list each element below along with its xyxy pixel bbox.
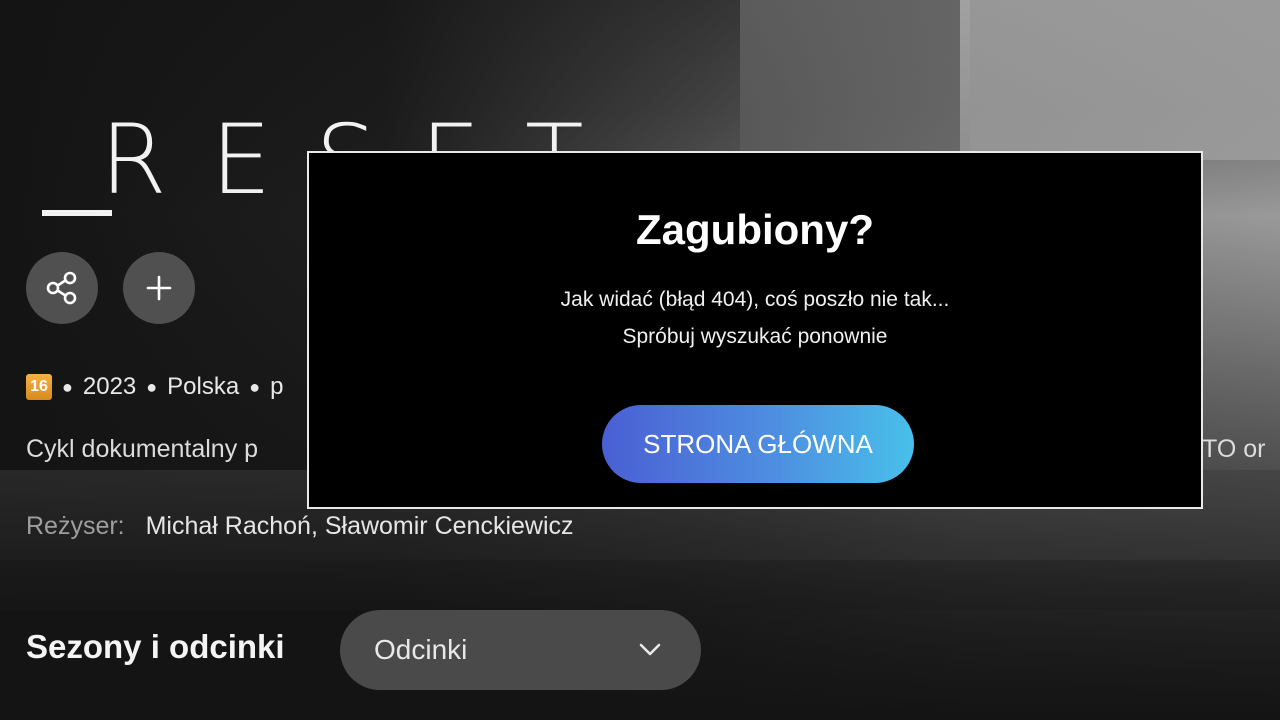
meta-year: 2023 [82, 373, 137, 400]
dialog-title: Zagubiony? [636, 206, 874, 253]
dialog-message: Jak widać (błąd 404), coś poszło nie tak… [560, 288, 950, 311]
add-to-list-button[interactable] [123, 252, 195, 324]
dialog-hint: Spróbuj wyszukać ponownie [622, 325, 888, 348]
share-button[interactable] [26, 252, 98, 324]
error-404-dialog: Zagubiony? Jak widać (błąd 404), coś pos… [307, 151, 1203, 509]
chevron-down-icon [639, 643, 661, 656]
age-rating-badge: 16 [26, 374, 52, 400]
share-icon [46, 271, 77, 305]
episodes-dropdown[interactable]: Odcinki [340, 610, 701, 690]
seasons-title: Sezony i odcinki [26, 628, 285, 665]
separator-dot: ● [146, 376, 158, 397]
director-value: Michał Rachoń, Sławomir Cenckiewicz [145, 512, 574, 540]
description-text: Cykl dokumentalny p [26, 435, 259, 463]
meta-more: p [270, 373, 284, 400]
home-page-button[interactable]: STRONA GŁÓWNA [602, 405, 914, 483]
background-building [740, 0, 970, 170]
plus-icon [146, 275, 172, 301]
separator-dot: ● [249, 376, 261, 397]
director-label: Reżyser: [26, 512, 125, 540]
show-meta: 16 ● 2023 ● Polska ● p [26, 373, 283, 401]
background-building-right [960, 0, 1280, 160]
episodes-dropdown-value: Odcinki [374, 634, 468, 665]
description-tail: TO or [1202, 435, 1266, 463]
separator-dot: ● [62, 376, 73, 397]
director-info: Reżyser: Michał Rachoń, Sławomir Cenckie… [26, 512, 574, 541]
meta-country: Polska [167, 373, 240, 400]
